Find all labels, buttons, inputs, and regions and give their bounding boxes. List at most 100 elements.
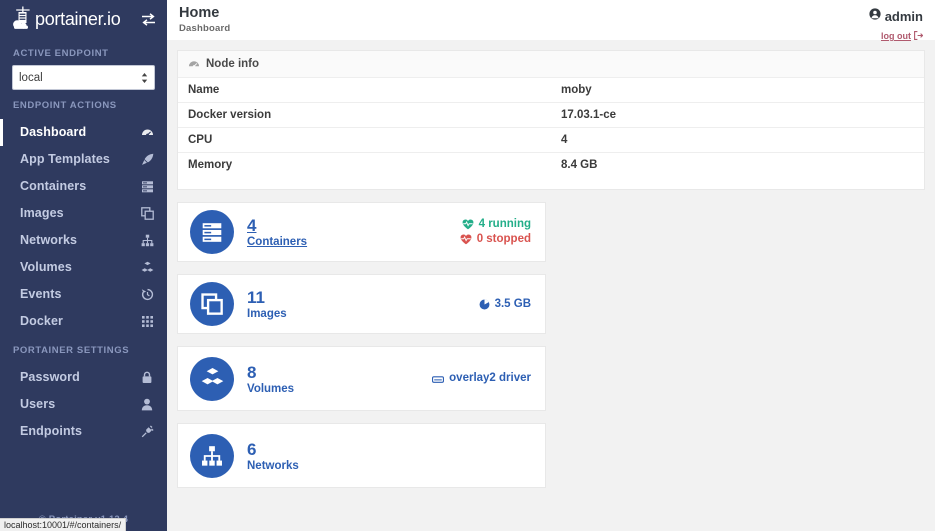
card-stats: overlay2 driver xyxy=(432,371,531,386)
stat-size: 3.5 GB xyxy=(479,297,531,312)
card-body: 4 Containers xyxy=(247,216,307,248)
portainer-app: portainer.io ACTIVE ENDPOINT local ENDPO… xyxy=(0,0,935,531)
th-grid-icon xyxy=(140,315,154,329)
card-body: 8 Volumes xyxy=(247,363,294,395)
portainer-settings-nav: Password Users Endpoints xyxy=(0,364,167,445)
stat-running: 4 running xyxy=(460,217,531,232)
sidebar-item-app-templates[interactable]: App Templates xyxy=(0,146,167,173)
tachometer-icon xyxy=(188,58,200,70)
card-label: Volumes xyxy=(247,382,295,395)
row-value: moby xyxy=(561,84,592,96)
table-row: Docker version 17.03.1-ce xyxy=(178,102,924,128)
sidebar-item-label: Images xyxy=(20,206,64,221)
row-value: 8.4 GB xyxy=(561,159,598,171)
sidebar-heading-active-endpoint: ACTIVE ENDPOINT xyxy=(13,48,109,59)
sitemap-icon xyxy=(190,433,234,478)
sidebar-item-label: Events xyxy=(20,287,62,302)
stat-card-volumes[interactable]: 8 Volumes overlay2 driver xyxy=(177,346,546,411)
sidebar-heading-endpoint-actions: ENDPOINT ACTIONS xyxy=(13,100,117,111)
username-label: admin xyxy=(884,8,923,24)
sidebar-item-containers[interactable]: Containers xyxy=(0,173,167,200)
sidebar-item-users[interactable]: Users xyxy=(0,391,167,418)
dashboard-content: Node info Name moby Docker version 17.03… xyxy=(167,40,935,531)
sidebar-item-label: Docker xyxy=(20,314,63,329)
row-key: CPU xyxy=(188,134,213,146)
sidebar-heading-portainer-settings: PORTAINER SETTINGS xyxy=(13,345,130,356)
stat-size-text: 3.5 GB xyxy=(494,297,531,310)
cubes-icon xyxy=(190,356,234,401)
sidebar-item-password[interactable]: Password xyxy=(0,364,167,391)
sidebar-item-volumes[interactable]: Volumes xyxy=(0,254,167,281)
node-info-panel: Node info Name moby Docker version 17.03… xyxy=(177,50,925,190)
sidebar-item-label: App Templates xyxy=(20,152,110,167)
user-menu: admin log out xyxy=(869,5,924,45)
exchange-arrows-icon[interactable] xyxy=(139,10,157,28)
card-count[interactable]: 4 xyxy=(247,216,307,235)
heartbeat-green-icon xyxy=(462,219,474,230)
stat-stopped-text: 0 stopped xyxy=(476,233,531,245)
sidebar-item-label: Volumes xyxy=(20,260,72,275)
row-key: Docker version xyxy=(188,109,272,121)
lock-icon xyxy=(140,371,154,385)
sidebar-item-label: Dashboard xyxy=(20,125,87,140)
row-value: 17.03.1-ce xyxy=(561,109,616,121)
stat-card-images[interactable]: 11 Images 3.5 GB xyxy=(177,274,546,334)
card-stats: 3.5 GB xyxy=(479,297,531,312)
sitemap-icon xyxy=(140,234,154,248)
cubes-icon xyxy=(140,261,154,275)
tachometer-icon xyxy=(140,126,154,140)
rocket-icon xyxy=(140,153,154,167)
sidebar-item-label: Endpoints xyxy=(20,424,83,439)
row-key: Memory xyxy=(188,159,233,171)
sidebar-item-docker[interactable]: Docker xyxy=(0,308,167,335)
pie-chart-icon xyxy=(479,299,490,310)
user-icon xyxy=(140,398,154,412)
card-count: 8 xyxy=(247,362,257,382)
page-title: Home xyxy=(179,5,220,21)
sidebar-item-label: Networks xyxy=(20,233,78,248)
sidebar-item-label: Containers xyxy=(20,179,87,194)
page-heading-group: Home Dashboard xyxy=(179,5,230,34)
user-row[interactable]: admin xyxy=(869,7,923,25)
card-label[interactable]: Containers xyxy=(247,236,307,248)
sidebar-item-images[interactable]: Images xyxy=(0,200,167,227)
main-area: Home Dashboard admin log out Node info N… xyxy=(167,0,935,531)
card-body: 6 Networks xyxy=(247,440,299,472)
topbar: Home Dashboard admin log out xyxy=(167,0,935,41)
user-circle-icon xyxy=(869,7,881,25)
browser-status-bar: localhost:10001/#/containers/ xyxy=(0,518,127,531)
endpoint-select[interactable]: local xyxy=(12,65,155,90)
card-count: 11 xyxy=(247,288,265,307)
portainer-whale-logo xyxy=(12,6,34,32)
panel-bottom-padding xyxy=(178,177,924,189)
server-icon xyxy=(190,210,234,254)
node-info-panel-header: Node info xyxy=(178,51,924,77)
stat-card-networks[interactable]: 6 Networks xyxy=(177,423,546,488)
card-body: 11 Images xyxy=(247,288,287,320)
sidebar-item-networks[interactable]: Networks xyxy=(0,227,167,254)
table-row: CPU 4 xyxy=(178,127,924,153)
card-count: 6 xyxy=(247,439,257,459)
table-row: Memory 8.4 GB xyxy=(178,152,924,178)
clone-icon xyxy=(190,282,234,326)
stat-stopped: 0 stopped xyxy=(460,232,531,247)
stat-driver-text: overlay2 driver xyxy=(449,372,531,384)
table-row: Name moby xyxy=(178,77,924,103)
spinner-updown-icon xyxy=(141,72,148,84)
hdd-icon xyxy=(432,374,445,384)
sidebar-brand[interactable]: portainer.io xyxy=(0,0,167,38)
node-info-table: Name moby Docker version 17.03.1-ce CPU … xyxy=(178,77,924,177)
server-icon xyxy=(140,180,154,194)
sidebar-item-endpoints[interactable]: Endpoints xyxy=(0,418,167,445)
sidebar-item-dashboard[interactable]: Dashboard xyxy=(0,119,167,146)
stat-running-text: 4 running xyxy=(478,218,531,230)
row-value: 4 xyxy=(561,134,568,146)
brand-label: portainer.io xyxy=(35,9,121,29)
clone-icon xyxy=(140,207,154,221)
sidebar-item-events[interactable]: Events xyxy=(0,281,167,308)
plug-icon xyxy=(140,425,154,439)
sidebar-item-label: Users xyxy=(20,397,56,412)
endpoint-actions-nav: Dashboard App Templates Containers Image… xyxy=(0,119,167,335)
history-icon xyxy=(140,288,154,302)
stat-card-containers[interactable]: 4 Containers 4 running 0 stopped xyxy=(177,202,546,262)
